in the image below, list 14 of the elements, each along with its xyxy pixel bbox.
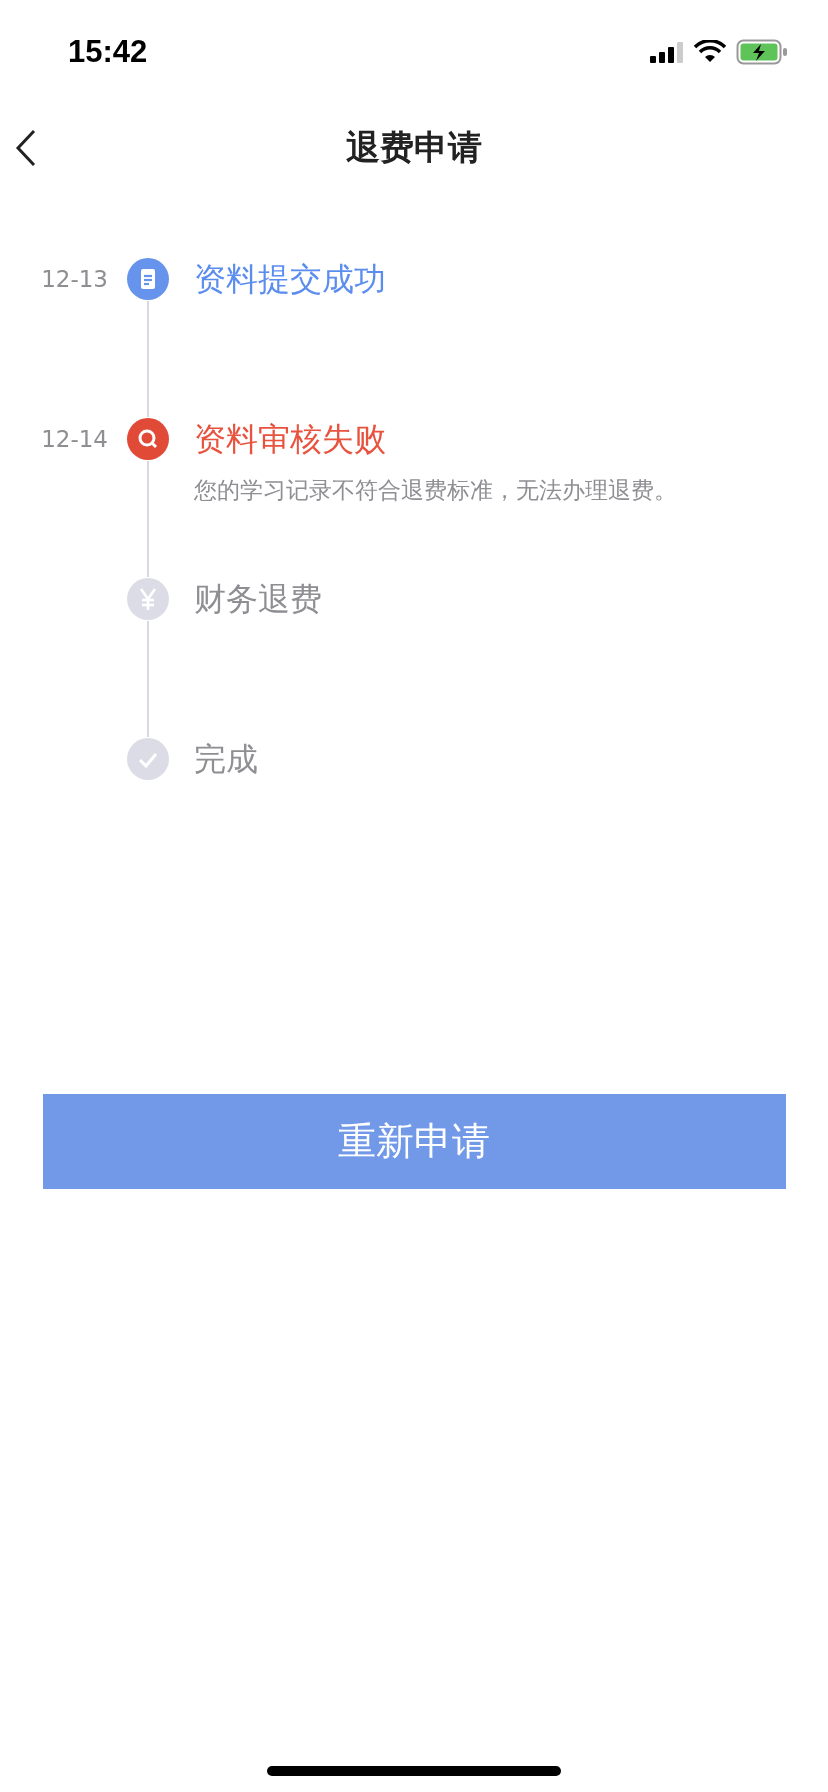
status-time: 15:42 <box>68 34 148 70</box>
reapply-button[interactable]: 重新申请 <box>42 1094 786 1189</box>
page-title: 退费申请 <box>346 126 482 169</box>
battery-charging-icon <box>736 39 788 65</box>
step-title: 完成 <box>194 739 259 780</box>
step-title: 资料审核失败 <box>194 419 387 460</box>
step-description: 您的学习记录不符合退费标准，无法办理退费。 <box>194 476 678 505</box>
step-date: 12-13 <box>40 265 109 294</box>
signal-icon <box>650 41 684 63</box>
step-date: 12-14 <box>40 425 109 454</box>
wifi-icon <box>694 40 726 64</box>
back-icon[interactable] <box>14 128 38 168</box>
step-title: 资料提交成功 <box>194 259 387 300</box>
step-title: 财务退费 <box>194 579 323 620</box>
